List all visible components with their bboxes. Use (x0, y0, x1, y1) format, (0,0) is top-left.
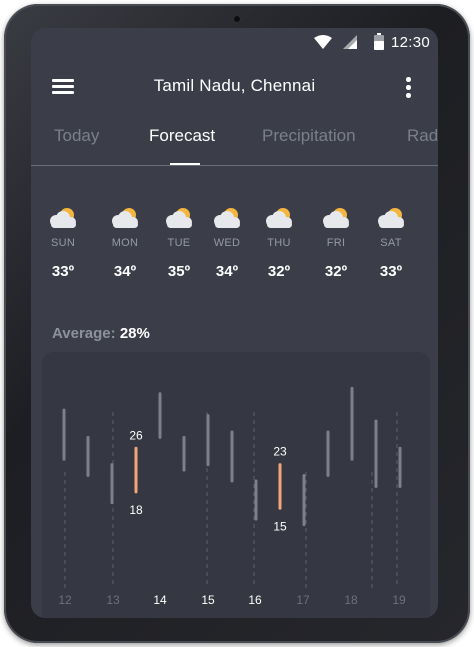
average-value: 28% (119, 325, 150, 342)
signal-icon (343, 35, 357, 49)
day-temperature: 34º (113, 263, 137, 280)
x-tick-label[interactable]: 13 (106, 593, 120, 607)
day-temperature: 33º (51, 263, 75, 280)
tablet-frame: 12:30 Tamil Nadu, Chennai Today Forecast… (4, 4, 470, 643)
tab-radar[interactable]: Rad (407, 126, 438, 146)
app-bar: Tamil Nadu, Chennai (31, 68, 438, 108)
x-tick-label[interactable]: 17 (296, 593, 310, 607)
tab-forecast[interactable]: Forecast (149, 126, 215, 146)
temperature-range-chart: 26 18 23 15 12 13 14 15 16 17 18 19 (42, 352, 430, 618)
average-precipitation: Average: 28% (52, 325, 150, 342)
day-forecast-wed[interactable]: WED 34º (199, 206, 255, 280)
day-name: MON (111, 237, 139, 249)
range-high-label: 23 (273, 445, 287, 459)
x-tick-label[interactable]: 19 (392, 593, 406, 607)
x-tick-label[interactable]: 16 (248, 593, 262, 607)
day-forecast-sat[interactable]: SAT 33º (363, 206, 419, 280)
partly-cloudy-icon (308, 206, 364, 230)
day-name: SAT (380, 237, 402, 249)
day-forecast-sun[interactable]: SUN 33º (35, 206, 91, 280)
tab-today[interactable]: Today (54, 126, 99, 146)
day-temperature: 32º (324, 263, 348, 280)
partly-cloudy-icon (251, 206, 307, 230)
range-low-label: 15 (273, 519, 287, 533)
chart-svg: 26 18 23 15 12 13 14 15 16 17 18 19 (58, 386, 406, 607)
day-temperature: 34º (215, 263, 239, 280)
day-name: WED (213, 237, 241, 249)
x-tick-label[interactable]: 14 (153, 593, 167, 607)
day-name: THU (267, 237, 291, 249)
x-tick-label[interactable]: 12 (58, 593, 72, 607)
day-temperature: 33º (379, 263, 403, 280)
range-low-label: 18 (129, 503, 143, 517)
status-bar: 12:30 (31, 28, 438, 56)
partly-cloudy-icon (199, 206, 255, 230)
active-tab-indicator (170, 163, 200, 165)
partly-cloudy-icon (97, 206, 153, 230)
tab-precipitation[interactable]: Precipitation (262, 126, 356, 146)
location-title: Tamil Nadu, Chennai (153, 76, 316, 95)
x-tick-label[interactable]: 15 (201, 593, 215, 607)
day-name: SUN (50, 237, 76, 249)
x-tick-label[interactable]: 18 (344, 593, 358, 607)
screen: 12:30 Tamil Nadu, Chennai Today Forecast… (31, 28, 438, 618)
daily-forecast: SUN 33º MON 34º TUE 35º WED 34º THU 32º FRI 32º SAT 3… (31, 206, 438, 296)
battery-icon (374, 33, 384, 50)
day-forecast-mon[interactable]: MON 34º (97, 206, 153, 280)
day-name: FRI (326, 237, 346, 249)
average-label: Average: (52, 325, 116, 342)
day-forecast-thu[interactable]: THU 32º (251, 206, 307, 280)
partly-cloudy-icon (363, 206, 419, 230)
day-forecast-fri[interactable]: FRI 32º (308, 206, 364, 280)
tab-bar: Today Forecast Precipitation Rad (31, 114, 438, 166)
wifi-icon (314, 35, 332, 49)
day-temperature: 32º (267, 263, 291, 280)
camera (233, 15, 241, 23)
range-high-label: 26 (129, 428, 143, 442)
status-time: 12:30 (390, 34, 430, 51)
more-options-icon[interactable] (404, 76, 412, 98)
partly-cloudy-icon (35, 206, 91, 230)
